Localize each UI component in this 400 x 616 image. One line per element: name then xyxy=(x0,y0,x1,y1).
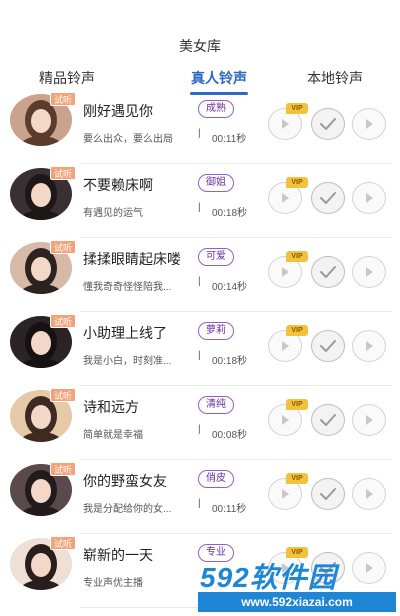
ringtone-name: 刚好遇见你 xyxy=(83,103,153,119)
style-tag: 成熟 xyxy=(198,100,234,118)
trial-badge: 试听 xyxy=(50,166,76,180)
list-item[interactable]: 试听 小助理上线了我是小白，时刻准... | 00:18秒 萝莉 VIP xyxy=(0,312,400,386)
play-icon xyxy=(366,489,373,499)
ringtone-name: 你的野蛮女友 xyxy=(83,473,167,489)
style-tag: 清纯 xyxy=(198,396,234,414)
check-icon xyxy=(320,266,336,278)
play-icon xyxy=(366,341,373,351)
preview-button[interactable] xyxy=(352,256,386,288)
separator: | xyxy=(198,128,201,139)
style-tag: 萝莉 xyxy=(198,322,234,340)
ringtone-name: 不要赖床啊 xyxy=(83,177,153,193)
header: 美女库 xyxy=(0,0,400,62)
preview-button[interactable] xyxy=(352,182,386,214)
vip-badge: VIP xyxy=(286,473,308,484)
separator: | xyxy=(198,498,201,509)
separator: | xyxy=(198,424,201,435)
ringtone-name: 诗和远方 xyxy=(83,399,139,415)
duration: 00:08秒 xyxy=(212,430,248,441)
style-tag: 御姐 xyxy=(198,174,234,192)
vip-badge: VIP xyxy=(286,251,308,262)
play-icon xyxy=(282,193,289,203)
page-title: 美女库 xyxy=(179,38,221,54)
check-icon xyxy=(320,118,336,130)
check-icon xyxy=(320,340,336,352)
play-icon xyxy=(282,119,289,129)
ringtone-description: 我是分配给你的女... xyxy=(83,504,172,515)
play-icon xyxy=(366,119,373,129)
ringtone-description: 懂我奇奇怪怪陪我... xyxy=(83,282,172,293)
duration: 00:18秒 xyxy=(212,356,248,367)
style-tag: 可爱 xyxy=(198,248,234,266)
list-item[interactable]: 试听 揉揉眼睛起床喽懂我奇奇怪怪陪我... | 00:14秒 可爱 VIP xyxy=(0,238,400,312)
preview-button[interactable] xyxy=(352,330,386,362)
ringtone-description: 有遇见的运气 xyxy=(83,208,143,219)
ringtone-description: 我是小白，时刻准... xyxy=(83,356,172,367)
set-ringtone-button[interactable] xyxy=(311,182,345,214)
watermark-url: www.592xiazai.com xyxy=(198,592,396,612)
vip-badge: VIP xyxy=(286,399,308,410)
separator: | xyxy=(198,202,201,213)
vip-badge: VIP xyxy=(286,325,308,336)
ringtone-description: 简单就是幸福 xyxy=(83,430,143,441)
preview-button[interactable] xyxy=(352,478,386,510)
vip-badge: VIP xyxy=(286,103,308,114)
list-item[interactable]: 试听 不要赖床啊有遇见的运气 | 00:18秒 御姐 VIP xyxy=(0,164,400,238)
watermark: 592软件园 www.592xiazai.com xyxy=(198,558,398,616)
vip-badge: VIP xyxy=(286,177,308,188)
play-icon xyxy=(366,415,373,425)
preview-button[interactable] xyxy=(352,108,386,140)
tab-premium-ringtones[interactable]: 精品铃声 xyxy=(12,68,122,90)
duration: 00:11秒 xyxy=(212,504,247,515)
duration: 00:18秒 xyxy=(212,208,248,219)
play-icon xyxy=(282,341,289,351)
list-item[interactable]: 试听 诗和远方简单就是幸福 | 00:08秒 清纯 VIP xyxy=(0,386,400,460)
check-icon xyxy=(320,414,336,426)
trial-badge: 试听 xyxy=(50,314,76,328)
ringtone-name: 崭新的一天 xyxy=(83,547,153,563)
set-ringtone-button[interactable] xyxy=(311,478,345,510)
watermark-brand: 592软件园 xyxy=(200,562,337,593)
tab-local-ringtones[interactable]: 本地铃声 xyxy=(280,68,390,90)
separator: | xyxy=(198,276,201,287)
play-icon xyxy=(366,267,373,277)
separator: | xyxy=(198,350,201,361)
ringtone-description: 要么出众，要么出局 xyxy=(83,134,173,145)
duration: 00:14秒 xyxy=(212,282,248,293)
ringtone-description: 专业声优主播 xyxy=(83,578,143,589)
list-item[interactable]: 试听 你的野蛮女友我是分配给你的女... | 00:11秒 俏皮 VIP xyxy=(0,460,400,534)
style-tag: 俏皮 xyxy=(198,470,234,488)
trial-badge: 试听 xyxy=(50,388,76,402)
play-icon xyxy=(366,193,373,203)
check-icon xyxy=(320,488,336,500)
ringtone-name: 揉揉眼睛起床喽 xyxy=(83,251,181,267)
set-ringtone-button[interactable] xyxy=(311,108,345,140)
tab-real-voice-ringtones[interactable]: 真人铃声 xyxy=(164,68,274,90)
set-ringtone-button[interactable] xyxy=(311,330,345,362)
preview-button[interactable] xyxy=(352,404,386,436)
play-icon xyxy=(282,267,289,277)
check-icon xyxy=(320,192,336,204)
trial-badge: 试听 xyxy=(50,240,76,254)
ringtone-name: 小助理上线了 xyxy=(83,325,167,341)
trial-badge: 试听 xyxy=(50,92,76,106)
play-icon xyxy=(282,415,289,425)
play-icon xyxy=(282,489,289,499)
set-ringtone-button[interactable] xyxy=(311,404,345,436)
trial-badge: 试听 xyxy=(50,536,76,550)
duration: 00:11秒 xyxy=(212,134,247,145)
trial-badge: 试听 xyxy=(50,462,76,476)
list-item[interactable]: 试听 刚好遇见你要么出众，要么出局 | 00:11秒 成熟 VIP xyxy=(0,90,400,164)
set-ringtone-button[interactable] xyxy=(311,256,345,288)
